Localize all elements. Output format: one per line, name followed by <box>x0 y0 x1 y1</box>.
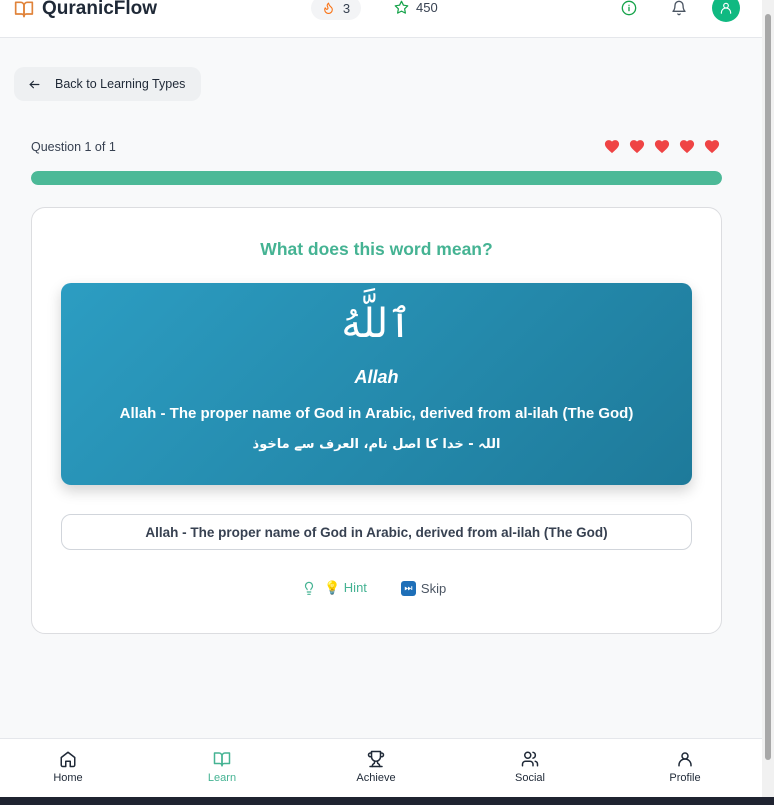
back-button[interactable]: Back to Learning Types <box>14 67 201 101</box>
heart-icon <box>629 140 645 154</box>
trophy-icon <box>367 750 385 768</box>
heart-icon <box>604 140 620 154</box>
user-icon <box>678 752 692 767</box>
arabic-word: ٱللَّهُ <box>341 301 412 347</box>
taskbar-strip <box>0 797 774 805</box>
meaning-english: Allah - The proper name of God in Arabic… <box>119 405 634 422</box>
hint-button[interactable]: 💡 Hint <box>324 580 367 596</box>
back-button-label: Back to Learning Types <box>55 77 186 91</box>
skip-label: Skip <box>420 580 447 596</box>
app-name: QuranicFlow <box>42 0 158 19</box>
top-bar: QuranicFlow 3 450 <box>0 0 762 38</box>
answer-option[interactable]: Allah - The proper name of God in Arabic… <box>61 514 692 550</box>
question-text: What does this word mean? <box>260 239 493 259</box>
quiz-actions: 💡 Hint ⏭ Skip <box>302 580 446 596</box>
nav-achieve-label: Achieve <box>356 772 396 784</box>
meaning-urdu: اللہ - خدا کا اصل نام، العرف سے ماخوذ <box>252 437 501 452</box>
heart-icon <box>704 140 720 154</box>
nav-social-label: Social <box>515 772 545 784</box>
avatar[interactable] <box>712 0 740 22</box>
streak-count: 3 <box>342 0 351 16</box>
flame-icon <box>324 2 333 14</box>
progress-bar <box>31 171 722 185</box>
star-icon <box>394 0 409 14</box>
bottom-nav: Home Learn Achieve Social Profile <box>0 738 762 797</box>
nav-social[interactable]: Social <box>490 750 570 784</box>
heart-icon <box>654 140 670 154</box>
hearts <box>603 138 721 155</box>
word-panel: ٱللَّهُ Allah Allah - The proper name of… <box>61 283 692 485</box>
fast-forward-icon: ⏭ <box>400 580 416 596</box>
bell-icon[interactable] <box>671 0 687 16</box>
scrollbar[interactable] <box>762 0 774 797</box>
progress-bar-fill <box>31 171 722 185</box>
book-open-icon <box>14 1 34 18</box>
nav-profile[interactable]: Profile <box>645 750 725 784</box>
lightbulb-icon <box>304 581 314 595</box>
users-icon <box>521 751 539 767</box>
nav-profile-label: Profile <box>669 772 701 784</box>
home-icon <box>60 751 76 768</box>
streak-badge[interactable]: 3 <box>311 0 361 20</box>
book-open-icon <box>213 752 231 767</box>
arrow-left-icon <box>29 80 40 88</box>
user-icon <box>720 2 732 14</box>
skip-button[interactable]: ⏭ Skip <box>400 580 447 596</box>
brand[interactable]: QuranicFlow <box>14 0 157 20</box>
stars-badge[interactable]: 450 <box>394 0 438 15</box>
stars-count: 450 <box>416 0 438 15</box>
question-card: What does this word mean? ٱللَّهُ Allah … <box>31 207 722 634</box>
info-icon[interactable] <box>621 0 637 16</box>
nav-home[interactable]: Home <box>28 750 108 784</box>
nav-learn[interactable]: Learn <box>182 750 262 784</box>
scrollbar-thumb[interactable] <box>765 14 771 760</box>
question-progress-label: Question 1 of 1 <box>31 140 116 154</box>
nav-learn-label: Learn <box>207 772 237 784</box>
nav-achieve[interactable]: Achieve <box>336 750 416 784</box>
heart-icon <box>679 140 695 154</box>
nav-home-label: Home <box>53 772 83 784</box>
transliteration: Allah <box>354 367 399 387</box>
